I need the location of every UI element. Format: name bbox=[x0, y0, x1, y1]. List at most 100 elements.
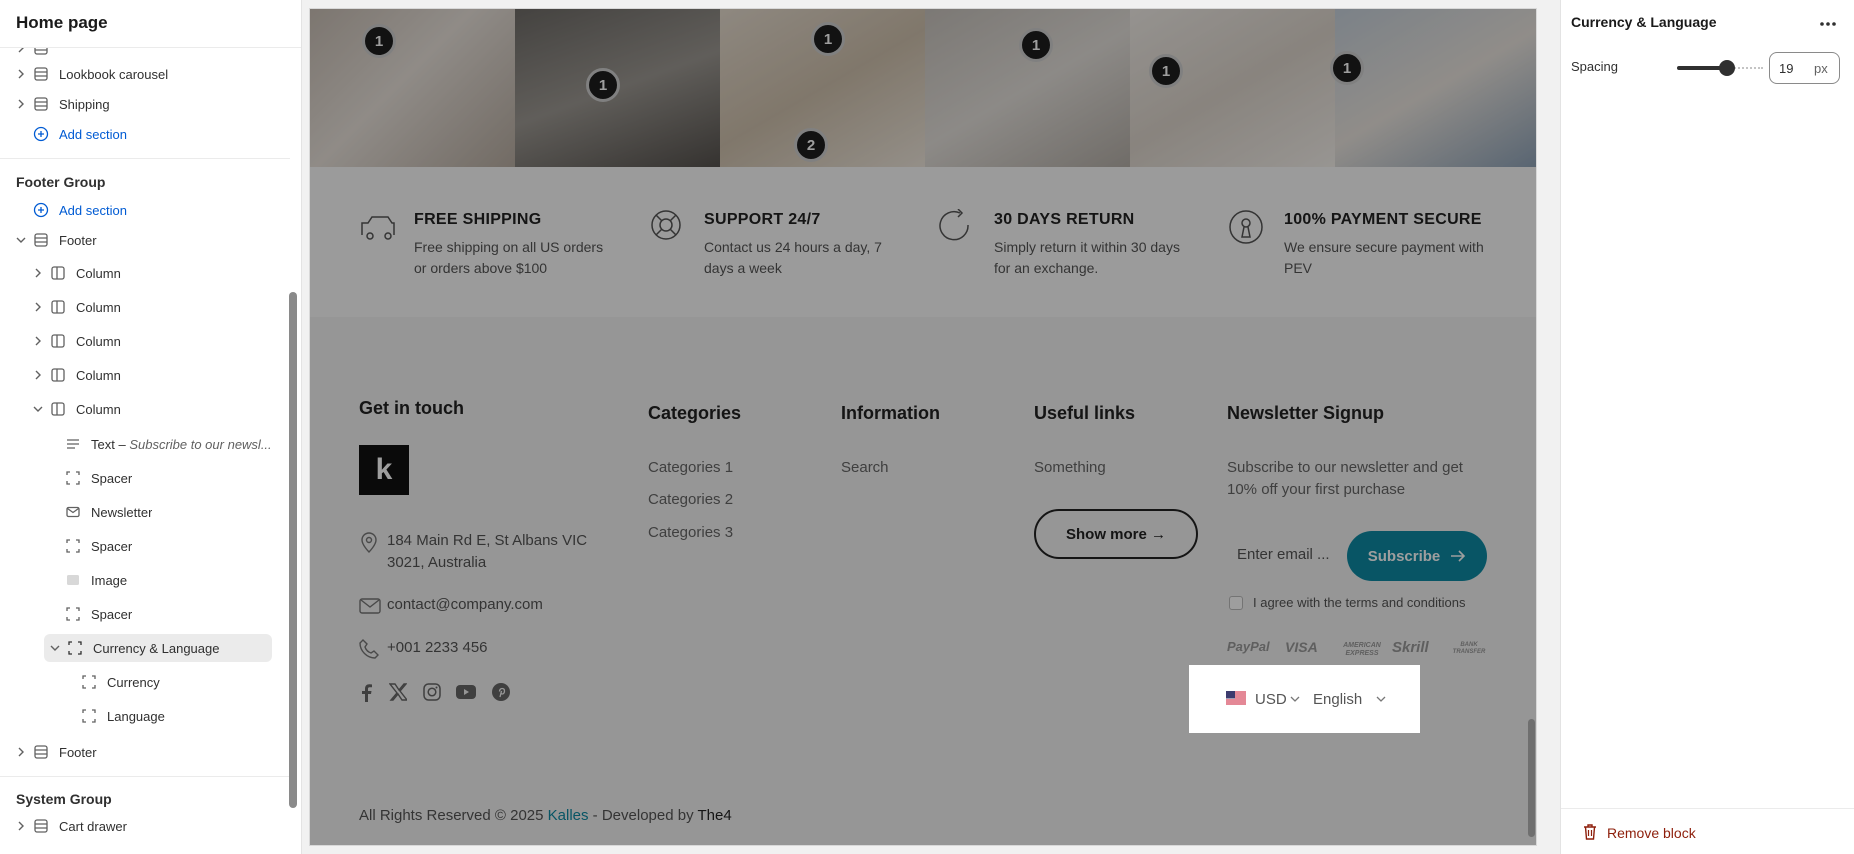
footer-link[interactable]: Something bbox=[1034, 459, 1106, 476]
hotspot-marker[interactable]: 2 bbox=[794, 128, 828, 162]
chevron-right-icon bbox=[31, 300, 45, 314]
sidebar-item-label: Column bbox=[76, 401, 121, 417]
copyright-developer[interactable]: The4 bbox=[697, 807, 731, 824]
copyright-brand[interactable]: Kalles bbox=[548, 807, 589, 824]
agree-checkbox[interactable]: I agree with the terms and conditions bbox=[1229, 595, 1465, 610]
sidebar-item-column[interactable]: Column bbox=[31, 327, 121, 355]
sidebar-item-newsletter[interactable]: Newsletter bbox=[64, 498, 152, 526]
footer-logo[interactable]: k bbox=[359, 445, 409, 495]
remove-block-button[interactable]: Remove block bbox=[1561, 808, 1854, 854]
footer-link[interactable]: Search bbox=[841, 459, 889, 476]
remove-block-label: Remove block bbox=[1607, 825, 1696, 841]
hotspot-marker[interactable]: 1 bbox=[811, 22, 845, 56]
spacing-slider[interactable] bbox=[1677, 60, 1763, 76]
sidebar-item-spacer[interactable]: Spacer bbox=[64, 600, 132, 628]
spacer-icon bbox=[80, 673, 98, 691]
footer-email[interactable]: contact@company.com bbox=[387, 596, 543, 613]
sidebar-item-spacer[interactable]: Spacer bbox=[64, 532, 132, 560]
chevron-right-icon bbox=[14, 67, 28, 81]
footer-phone[interactable]: +001 2233 456 bbox=[387, 639, 488, 656]
footer-link[interactable]: Categories 2 bbox=[648, 491, 733, 508]
feature-desc: Contact us 24 hours a day, 7 days a week bbox=[704, 239, 882, 276]
spacer-icon bbox=[64, 469, 82, 487]
currency-selector[interactable]: USD bbox=[1255, 691, 1287, 708]
sidebar-item-currency[interactable]: Currency bbox=[80, 668, 160, 696]
group-title-system: System Group bbox=[16, 791, 112, 807]
hotspot-marker[interactable]: 1 bbox=[1149, 54, 1183, 88]
sidebar-item-label: Language bbox=[107, 708, 165, 724]
section-icon bbox=[32, 95, 50, 113]
preview-frame[interactable]: 1 1 1 1 1 1 2 FREE SHIPPING Free shippin… bbox=[309, 8, 1537, 846]
sidebar-header: Home page bbox=[0, 0, 301, 48]
chevron-down-icon bbox=[1376, 695, 1386, 703]
footer-link[interactable]: Categories 1 bbox=[648, 459, 733, 476]
settings-panel: Remove block bbox=[1560, 0, 1854, 854]
chevron-right-icon bbox=[14, 745, 28, 759]
copyright-prefix: All Rights Reserved © 2025 bbox=[359, 807, 548, 824]
footer-link[interactable]: Categories 3 bbox=[648, 524, 733, 541]
sidebar-item-label: Lookbook carousel bbox=[59, 66, 169, 82]
sidebar-scrollbar[interactable] bbox=[289, 292, 297, 808]
sidebar-item-shipping[interactable]: Shipping bbox=[14, 90, 110, 118]
sidebar-item-label: Shipping bbox=[59, 96, 110, 112]
agree-label: I agree with the terms and conditions bbox=[1253, 595, 1466, 610]
spacing-label: Spacing bbox=[1571, 59, 1618, 74]
block-settings-card: Currency & Language Spacing 19 px bbox=[1562, 4, 1850, 112]
x-twitter-icon[interactable] bbox=[389, 683, 407, 701]
sidebar-item-spacer[interactable]: Spacer bbox=[64, 464, 132, 492]
sidebar-item-label: Spacer bbox=[91, 606, 133, 622]
app-window: Home page Lookbook carousel Shipping Add… bbox=[0, 0, 1854, 854]
sidebar-item-cart-drawer[interactable]: Cart drawer bbox=[14, 812, 127, 840]
sidebar-item-column[interactable]: Column bbox=[31, 293, 121, 321]
instagram-icon[interactable] bbox=[423, 683, 441, 701]
lookbook-photo bbox=[1335, 9, 1536, 167]
add-section-label: Add section bbox=[59, 126, 127, 142]
add-section-button[interactable]: Add section bbox=[32, 120, 127, 148]
sidebar-item-image[interactable]: Image bbox=[64, 566, 127, 594]
sidebar-item-label: Column bbox=[76, 333, 121, 349]
checkbox-box[interactable] bbox=[1229, 595, 1243, 610]
chevron-down-icon bbox=[1290, 695, 1300, 703]
hotspot-marker[interactable]: 1 bbox=[1330, 51, 1364, 85]
facebook-icon[interactable] bbox=[359, 682, 373, 702]
sidebar-item-column-expanded[interactable]: Column bbox=[31, 395, 121, 423]
section-icon bbox=[32, 231, 50, 249]
envelope-icon bbox=[64, 503, 82, 521]
column-icon bbox=[49, 264, 67, 282]
sidebar-item-language[interactable]: Language bbox=[80, 702, 165, 730]
column-icon bbox=[49, 332, 67, 350]
add-section-button[interactable]: Add section bbox=[32, 196, 127, 224]
feature-desc: Simply return it within 30 days for an e… bbox=[994, 239, 1180, 276]
slider-handle[interactable] bbox=[1719, 60, 1735, 76]
hotspot-marker[interactable]: 1 bbox=[1019, 28, 1053, 62]
sidebar-item-column[interactable]: Column bbox=[31, 259, 121, 287]
sidebar-item-footer[interactable]: Footer bbox=[14, 226, 97, 254]
pinterest-icon[interactable] bbox=[491, 682, 511, 702]
sidebar-item-label: Spacer bbox=[91, 470, 133, 486]
payment-logo-paypal: PayPal bbox=[1227, 639, 1270, 654]
subscribe-button[interactable]: Subscribe bbox=[1347, 531, 1487, 581]
sidebar-item-label: Text bbox=[91, 436, 115, 452]
footer-newsletter-title: Newsletter Signup bbox=[1227, 403, 1385, 423]
spacing-input[interactable]: 19 px bbox=[1769, 52, 1840, 84]
sidebar-item-column[interactable]: Column bbox=[31, 361, 121, 389]
youtube-icon[interactable] bbox=[456, 685, 476, 699]
currency-language-block[interactable]: USD English bbox=[1189, 665, 1420, 733]
sidebar-item-footer-2[interactable]: Footer bbox=[14, 738, 97, 766]
show-more-button[interactable]: Show more → bbox=[1034, 509, 1198, 559]
hotspot-marker[interactable]: 1 bbox=[586, 68, 620, 102]
hotspot-marker[interactable]: 1 bbox=[362, 24, 396, 58]
more-options-icon[interactable] bbox=[1816, 12, 1840, 36]
sidebar-item-lookbook[interactable]: Lookbook carousel bbox=[14, 60, 168, 88]
spacing-value[interactable]: 19 bbox=[1779, 61, 1793, 76]
sidebar-item-text[interactable]: Text – Subscribe to our newsl... bbox=[64, 430, 278, 458]
group-title-footer: Footer Group bbox=[16, 174, 106, 190]
footer-information-title: Information bbox=[841, 403, 940, 423]
chevron-down-icon bbox=[48, 641, 62, 655]
sidebar-item-label: Currency bbox=[107, 674, 160, 690]
preview-scrollbar[interactable] bbox=[1528, 719, 1535, 837]
sidebar-item-currency-language[interactable]: Currency & Language bbox=[48, 634, 219, 662]
chevron-right-icon bbox=[31, 334, 45, 348]
sidebar-item-label: Footer bbox=[59, 232, 97, 248]
language-selector[interactable]: English bbox=[1313, 691, 1362, 708]
